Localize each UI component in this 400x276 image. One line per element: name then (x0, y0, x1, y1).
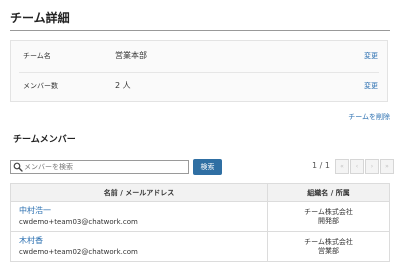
member-search-box[interactable] (10, 160, 189, 174)
member-count-row: メンバー数 2 人 変更 (11, 72, 387, 102)
org-column-header: 組織名 / 所属 (267, 183, 390, 202)
search-button[interactable]: 検索 (193, 159, 222, 175)
last-page-button[interactable]: » (380, 159, 394, 174)
member-name-cell: 中村浩一 cwdemo+team03@chatwork.com (10, 201, 268, 232)
team-name-row: チーム名 営業本部 変更 (11, 42, 387, 72)
member-dept: 開発部 (318, 216, 339, 225)
member-search-input[interactable] (24, 161, 184, 173)
members-table: 名前 / メールアドレス 組織名 / 所属 中村浩一 cwdemo+team03… (10, 183, 390, 262)
member-name-link[interactable]: 木村香 (19, 235, 267, 246)
member-name-link[interactable]: 中村浩一 (19, 205, 267, 216)
name-email-column-header: 名前 / メールアドレス (10, 183, 268, 202)
page-counter: 1 / 1 (312, 161, 330, 170)
prev-page-button[interactable]: ‹ (350, 159, 364, 174)
member-email: cwdemo+team02@chatwork.com (19, 248, 138, 256)
member-name-cell: 木村香 cwdemo+team02@chatwork.com (10, 231, 268, 262)
members-section-title: チームメンバー (13, 135, 76, 145)
member-org-cell: チーム株式会社 開発部 (267, 201, 390, 232)
edit-member-count-link[interactable]: 変更 (364, 81, 378, 91)
table-header-row: 名前 / メールアドレス 組織名 / 所属 (10, 183, 390, 202)
member-count-value: 2 人 (115, 81, 131, 90)
member-org: チーム株式会社 (304, 237, 353, 246)
team-name-label: チーム名 (23, 52, 51, 60)
next-page-button[interactable]: › (365, 159, 379, 174)
search-icon (13, 162, 23, 172)
table-row: 木村香 cwdemo+team02@chatwork.com チーム株式会社 営… (10, 231, 390, 262)
first-page-button[interactable]: « (335, 159, 349, 174)
edit-team-name-link[interactable]: 変更 (364, 51, 378, 61)
member-count-label: メンバー数 (23, 82, 58, 90)
pagination-controls: « ‹ › » (334, 159, 394, 174)
member-email: cwdemo+team03@chatwork.com (19, 218, 138, 226)
member-org-cell: チーム株式会社 営業部 (267, 231, 390, 262)
member-dept: 営業部 (318, 246, 339, 255)
member-org: チーム株式会社 (304, 207, 353, 216)
team-info-panel: チーム名 営業本部 変更 メンバー数 2 人 変更 (10, 40, 388, 102)
delete-team-link[interactable]: チームを削除 (348, 112, 390, 122)
table-row: 中村浩一 cwdemo+team03@chatwork.com チーム株式会社 … (10, 201, 390, 232)
team-name-value: 営業本部 (115, 51, 147, 60)
title-divider (10, 30, 390, 31)
page-title: チーム詳細 (10, 11, 70, 25)
